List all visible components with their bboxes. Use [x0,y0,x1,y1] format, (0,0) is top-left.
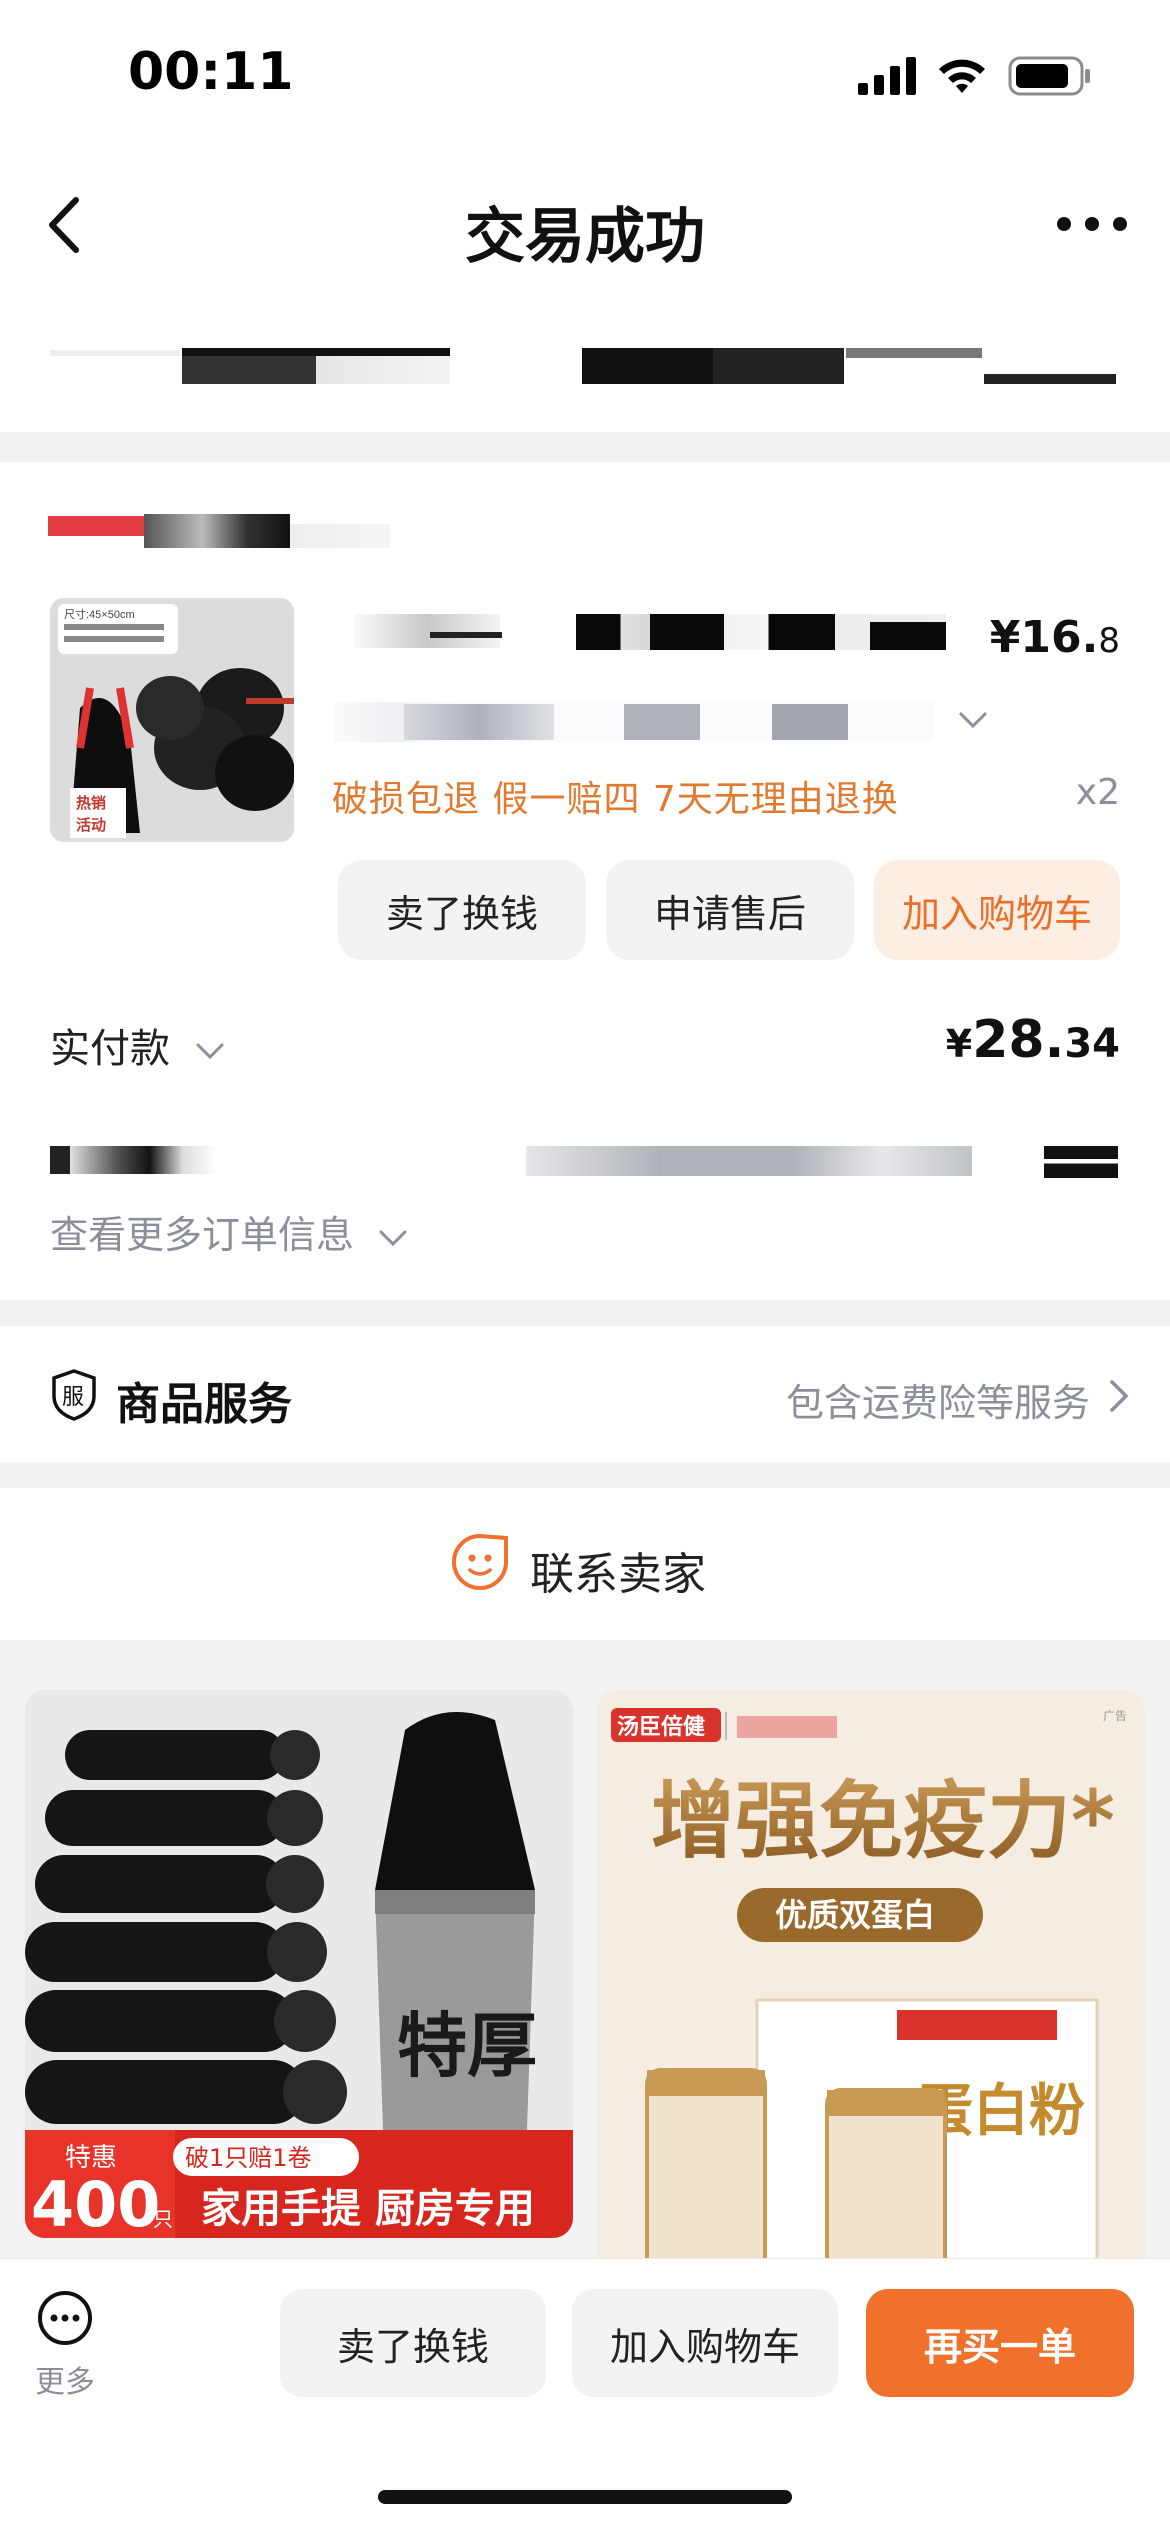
more-label: 更多 [35,2365,95,2400]
sell-for-cash-button[interactable]: 卖了换钱 [338,860,586,960]
rec1-pill: 破1只赔1卷 [185,2144,312,2172]
more-button[interactable]: 更多 [30,2289,100,2401]
logistics-strip-redacted[interactable] [0,300,1170,432]
rec2-ad: 广告 [1103,1709,1127,1723]
thumb-label-1: 热销 [76,794,106,812]
protein-powder-ad-image: 汤臣倍健 广告 增强免疫力* 优质双蛋白 蛋白粉 [597,1690,1145,2290]
order-detail-page: 00:11 交易成功 尺寸:45×50cm 热销 活动 ¥16.8 破损包退 假… [0,0,1170,2532]
add-to-cart-button[interactable]: 加入购物车 [874,860,1120,960]
contact-seller-label: 联系卖家 [530,1549,706,1600]
redacted-block [430,632,502,638]
contact-seller-button[interactable]: 联系卖家 [0,1488,1170,1640]
more-circle-icon [38,2291,92,2345]
rec2-brand: 汤臣倍健 [617,1714,705,1740]
status-icons [858,56,1092,96]
more-dots-icon[interactable] [1052,204,1132,244]
redacted-block [1044,1146,1118,1178]
nav-bar: 交易成功 [0,150,1170,300]
battery-icon [1008,56,1090,96]
order-info-redacted [50,1146,216,1174]
shield-icon: 服 [52,1369,96,1421]
redacted-block [772,704,848,740]
shop-name-redacted[interactable] [48,516,144,536]
recommendation-card-1[interactable]: 特厚 特惠 400 只 破1只赔1卷 家用手提 厨房专用 [25,1690,573,2238]
redacted-block [526,1146,972,1176]
redacted-block [870,622,946,650]
paid-amount: ¥28.34 [945,1010,1120,1070]
service-title: 商品服务 [116,1379,292,1430]
redacted-block [582,348,844,384]
rec1-badge-unit: 只 [153,2207,173,2231]
chevron-right-icon [1110,1380,1129,1412]
service-promises: 破损包退 假一赔四 7天无理由退换 [332,779,899,820]
buy-again-button[interactable]: 再买一单 [866,2289,1134,2397]
sku-chevron-down-icon[interactable] [958,710,988,730]
paid-label[interactable]: 实付款 [50,1016,225,1074]
rec2-headline: 增强免疫力* [651,1772,1115,1870]
paid-chevron-down-icon [196,1043,224,1060]
more-order-info-text: 查看更多订单信息 [50,1213,355,1257]
redacted-block [50,350,180,356]
thumb-top-text: 尺寸:45×50cm [64,607,135,621]
redacted-block [182,348,450,356]
paid-label-text: 实付款 [50,1026,170,1072]
thumb-label-2: 活动 [76,816,106,834]
chat-face-icon [452,1533,508,1590]
redacted-block [984,374,1116,384]
service-detail: 包含运费险等服务 [785,1381,1090,1425]
product-title-redacted[interactable] [354,614,500,648]
status-time: 00:11 [128,42,294,102]
bottom-add-to-cart-button[interactable]: 加入购物车 [572,2289,838,2397]
quantity: x2 [1075,772,1120,813]
order-card: 尺寸:45×50cm 热销 活动 ¥16.8 破损包退 假一赔四 7天无理由退换… [0,462,1170,1300]
product-service-row[interactable]: 服 商品服务 包含运费险等服务 [0,1326,1170,1462]
page-title: 交易成功 [465,202,705,272]
after-sale-button[interactable]: 申请售后 [606,860,854,960]
garbage-bag-image: 尺寸:45×50cm 热销 活动 [50,598,294,842]
rec1-badge-num: 400 [31,2168,160,2238]
redacted-block [846,348,982,358]
redacted-block [404,704,554,740]
rec2-sub: 优质双蛋白 [775,1896,935,1934]
shield-icon-char: 服 [62,1385,84,1410]
home-indicator [378,2490,792,2504]
redacted-block [144,514,290,548]
status-bar: 00:11 [0,0,1170,150]
redacted-block [624,704,700,740]
redacted-block [290,524,390,548]
rec1-banner: 家用手提 厨房专用 [201,2186,535,2232]
more-info-chevron-down-icon [379,1230,407,1246]
recommendation-card-2[interactable]: 汤臣倍健 广告 增强免疫力* 优质双蛋白 蛋白粉 [597,1690,1145,2290]
garbage-bag-ad-image: 特厚 特惠 400 只 破1只赔1卷 家用手提 厨房专用 [25,1690,573,2238]
product-thumbnail[interactable]: 尺寸:45×50cm 热销 活动 [50,598,294,842]
rec1-big-text: 特厚 [397,2005,537,2087]
wifi-icon [939,59,985,93]
signal-icon [858,57,916,95]
bottom-sell-button[interactable]: 卖了换钱 [280,2289,546,2397]
more-order-info[interactable]: 查看更多订单信息 [50,1204,408,1259]
product-price: ¥16.8 [989,612,1120,663]
